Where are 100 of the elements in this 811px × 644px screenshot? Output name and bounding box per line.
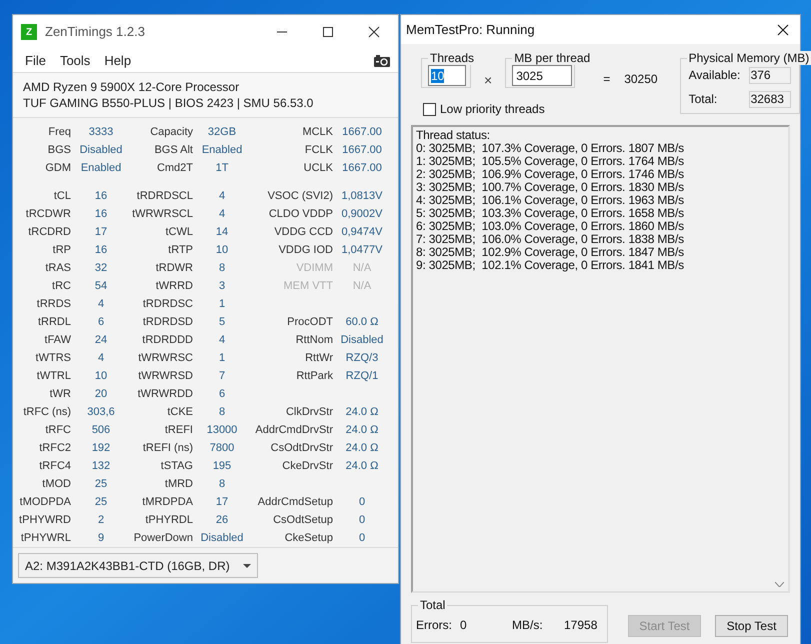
timing-value: 8	[218, 261, 226, 275]
timing-label: tRDRDDD	[141, 333, 193, 347]
window-title: ZenTimings 1.2.3	[45, 23, 145, 42]
low-priority-checkbox[interactable]	[423, 102, 436, 116]
timing-label: tWTRS	[34, 351, 71, 365]
timing-value: 25	[94, 495, 108, 509]
menu-item[interactable]: Help	[100, 50, 136, 70]
timing-value: 192	[90, 441, 112, 455]
timing-value: 32GB	[206, 125, 238, 139]
timing-label: tCKE	[166, 405, 193, 419]
timing-label: CsOdtSetup	[272, 513, 333, 527]
group-label: Physical Memory (MB)	[686, 51, 811, 65]
timing-label: tRCDWR	[24, 207, 71, 221]
status-line: 3: 3025MB; 100.7% Coverage, 0 Errors. 1830 MB/s	[416, 181, 685, 194]
timing-label: tWRRD	[154, 279, 193, 293]
timing-label: AddrCmdSetup	[256, 495, 333, 509]
timing-value: 17	[94, 225, 108, 239]
board-info: TUF GAMING B550-PLUS | BIOS 2423 | SMU 56.53.0	[23, 95, 314, 111]
close-icon[interactable]	[777, 24, 789, 36]
timing-value: 1,0477V	[340, 243, 384, 257]
timing-label: tWRWRDD	[136, 387, 193, 401]
timing-label: RttWr	[304, 351, 333, 365]
timing-value: 1,0813V	[340, 189, 384, 203]
group-label: Threads	[428, 51, 476, 65]
status-line: 9: 3025MB; 102.1% Coverage, 0 Errors. 1841 MB/s	[416, 259, 685, 272]
timing-label: GDM	[44, 161, 71, 175]
timing-label: tRTP	[167, 243, 193, 257]
timing-value: 1667.00	[341, 143, 383, 157]
timing-label: MEM VTT	[282, 279, 333, 293]
camera-icon[interactable]	[374, 54, 390, 66]
status-line: 7: 3025MB; 106.0% Coverage, 0 Errors. 1838 MB/s	[416, 233, 685, 246]
app-logo: Z	[21, 24, 37, 40]
timing-label: CkeSetup	[284, 531, 333, 545]
timing-label: PowerDown	[132, 531, 193, 545]
timing-value: 0	[358, 513, 366, 527]
timing-label: tPHYWRD	[18, 513, 71, 527]
timing-label: tRFC	[44, 423, 71, 437]
timing-label: tREFI (ns)	[142, 441, 193, 455]
timing-value: 20	[94, 387, 108, 401]
timing-label: CLDO VDDP	[268, 207, 333, 221]
total-value: 32683	[748, 90, 791, 108]
timing-value: 4	[218, 333, 226, 347]
timing-value: 1T	[214, 161, 230, 175]
timing-value: 14	[214, 225, 230, 239]
timing-label: tWRWRSCL	[131, 207, 193, 221]
timing-label: tRDRDSCL	[136, 189, 193, 203]
scroll-down-icon[interactable]	[775, 582, 784, 587]
status-line: 5: 3025MB; 103.3% Coverage, 0 Errors. 1658 MB/s	[416, 207, 685, 220]
timing-value: Disabled	[340, 333, 384, 347]
available-value: 376	[748, 66, 791, 84]
close-icon[interactable]	[368, 26, 380, 38]
timing-value: 54	[94, 279, 108, 293]
product-value: 30250	[624, 71, 658, 88]
timing-value: 3	[218, 279, 226, 293]
timing-value: 6	[218, 387, 226, 401]
timing-label: VDIMM	[295, 261, 333, 275]
timing-value: 0,9002V	[340, 207, 384, 221]
timing-value: 1667.00	[341, 161, 383, 175]
timing-value: N/A	[352, 279, 372, 293]
timing-label: tRFC (ns)	[22, 405, 71, 419]
timing-label: tCL	[52, 189, 71, 203]
timing-label: tFAW	[44, 333, 71, 347]
timing-label: VDDG CCD	[273, 225, 333, 239]
caret-icon	[243, 564, 251, 568]
timing-value: 9	[96, 531, 106, 545]
menu-item[interactable]: File	[21, 50, 50, 70]
threads-field[interactable]: 10	[428, 65, 466, 86]
timing-value: 60.0 Ω	[344, 315, 380, 329]
timing-value: 6	[96, 315, 106, 329]
module-dropdown[interactable]: A2: M391A2K43BB1-CTD (16GB, DR)	[18, 553, 258, 578]
timing-value: 24.0 Ω	[344, 423, 380, 437]
timing-value: 1	[218, 351, 226, 365]
window-title: MemTestPro: Running	[406, 20, 535, 39]
timing-value: 8	[218, 477, 226, 491]
checkbox-label: Low priority threads	[440, 101, 545, 118]
timing-label: tRAS	[44, 261, 71, 275]
stop-test-button[interactable]: Stop Test	[715, 615, 788, 637]
timing-value: 303,6	[86, 405, 116, 419]
timing-label: tCWL	[164, 225, 193, 239]
timing-value: 25	[94, 477, 108, 491]
timing-value: 0	[358, 495, 366, 509]
timing-value: 7800	[208, 441, 236, 455]
timing-value: 16	[94, 207, 108, 221]
timing-label: MCLK	[301, 125, 333, 139]
timing-value: 7	[218, 369, 226, 383]
timing-label: CkeDrvStr	[281, 459, 333, 473]
timing-label: UCLK	[302, 161, 333, 175]
timing-value: Enabled	[80, 161, 122, 175]
menu-item[interactable]: Tools	[56, 50, 94, 70]
times-sign: ×	[484, 71, 492, 90]
status-line: 6: 3025MB; 103.0% Coverage, 0 Errors. 1860 MB/s	[416, 220, 685, 233]
timing-value: RZQ/3	[344, 351, 380, 365]
timing-label: tWR	[48, 387, 71, 401]
maximize-icon[interactable]	[322, 26, 334, 38]
timing-value: 1	[218, 297, 226, 311]
available-label: Available:	[688, 67, 742, 84]
timing-value: 4	[218, 207, 226, 221]
mb-per-thread-field[interactable]: 3025	[512, 65, 572, 86]
timing-label: BGS Alt	[153, 143, 193, 157]
timing-value: 24	[94, 333, 108, 347]
